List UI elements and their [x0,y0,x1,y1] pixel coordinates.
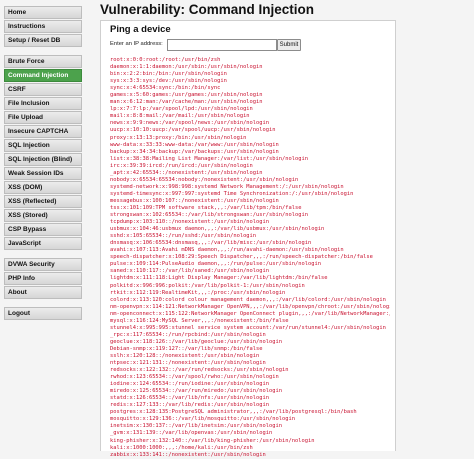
output-line: _rpc:x:117:65534::/run/rpcbind:/usr/sbin… [110,331,266,338]
sidebar-item-setup[interactable]: Setup / Reset DB [4,34,82,47]
sidebar-item-weak-session-ids[interactable]: Weak Session IDs [4,167,82,180]
ping-panel: Ping a device Enter an IP address: Submi… [100,20,396,458]
output-line: redis:x:127:133::/var/lib/redis:/usr/sbi… [110,402,270,409]
output-line: sslh:x:120:128::/nonexistent:/usr/sbin/n… [110,352,260,359]
output-line: lightdm:x:111:118:Light Display Manager:… [110,275,328,282]
output-line: colord:x:113:120:colord colour managemen… [110,296,386,303]
output-line: tss:x:101:109:TPM software stack,,,:/var… [110,204,302,211]
output-line: root:x:0:0:root:/root:/usr/bin/zsh [110,57,221,63]
output-line: dnsmasq:x:106:65534:dnsmasq,,,:/var/lib/… [110,240,312,247]
output-line: geoclue:x:118:126::/var/lib/geoclue:/usr… [110,338,283,345]
sidebar-item-xss-dom[interactable]: XSS (DOM) [4,181,82,194]
output-line: rtkit:x:112:119:RealtimeKit,,,:/proc:/us… [110,289,286,296]
output-line: speech-dispatcher:x:108:29:Speech Dispat… [110,254,373,261]
sidebar-item-about[interactable]: About [4,286,82,299]
sidebar-item-home[interactable]: Home [4,6,82,19]
output-line: redsocks:x:122:132::/var/run/redsocks:/u… [110,367,289,374]
output-line: saned:x:110:117::/var/lib/saned:/usr/sbi… [110,268,270,275]
sidebar-item-brute-force[interactable]: Brute Force [4,55,82,68]
sidebar-group: Brute Force Command Injection CSRF File Inc… [4,55,82,250]
sidebar-item-php-info[interactable]: PHP Info [4,272,82,285]
panel-title: Ping a device [110,24,171,35]
sidebar-group: Home Instructions Setup / Reset DB [4,6,82,47]
ip-address-label: Enter an IP address: [110,41,163,47]
output-line: irc:x:39:39:ircd:/run/ircd:/usr/sbin/nol… [110,162,253,169]
output-line: ntpsec:x:121:131::/nonexistent:/usr/sbin… [110,360,266,367]
sidebar-item-insecure-captcha[interactable]: Insecure CAPTCHA [4,125,82,138]
output-line: iodine:x:124:65534::/run/iodine:/usr/sbi… [110,381,270,388]
sidebar-group: Logout [4,307,82,320]
output-line: proxy:x:13:13:proxy:/bin:/usr/sbin/nolog… [110,134,247,141]
output-line: daemon:x:1:1:daemon:/usr/sbin:/usr/sbin/… [110,64,263,71]
output-line: pulse:x:109:114:PulseAudio daemon,,,:/ru… [110,261,321,268]
output-line: lp:x:7:7:lp:/var/spool/lpd:/usr/sbin/nol… [110,106,253,113]
sidebar-item-dvwa-security[interactable]: DVWA Security [4,258,82,271]
output-line: news:x:9:9:news:/var/spool/news:/usr/sbi… [110,120,270,127]
sidebar-item-sql-injection-blind[interactable]: SQL Injection (Blind) [4,153,82,166]
output-line: backup:x:34:34:backup:/var/backups:/usr/… [110,148,279,155]
output-line: systemd-timesync:x:997:997:systemd Time … [110,190,354,197]
output-line: www-data:x:33:33:www-data:/var/www:/usr/… [110,141,279,148]
output-line: uucp:x:10:10:uucp:/var/spool/uucp:/usr/s… [110,127,276,134]
output-line: zabbix:x:133:141::/nonexistent:/usr/sbin… [110,451,266,458]
output-line: rwhod:x:123:65534::/var/spool/rwho:/usr/… [110,374,279,381]
output-line: postgres:x:128:135:PostgreSQL administra… [110,409,357,416]
output-line: polkitd:x:996:996:polkit:/var/lib/polkit… [110,282,305,289]
page-title: Vulnerability: Command Injection [100,2,315,17]
ip-address-input[interactable] [167,39,277,51]
output-line: miredo:x:125:65534::/var/run/miredo:/usr… [110,388,283,395]
output-line: mosquitto:x:129:136::/var/lib/mosquitto:… [110,416,295,423]
output-line: strongswan:x:102:65534::/var/lib/strongs… [110,212,308,219]
command-output: root:x:0:0:root:/root:/usr/bin/zsh daemon… [110,57,390,459]
sidebar-item-instructions[interactable]: Instructions [4,20,82,33]
sidebar-item-csrf[interactable]: CSRF [4,83,82,96]
output-line: tcpdump:x:103:110::/nonexistent:/usr/sbi… [110,219,270,226]
sidebar-menu: Home Instructions Setup / Reset DB Brute Fo… [4,6,82,328]
output-line: nobody:x:65534:65534:nobody:/nonexistent… [110,176,299,183]
output-line: list:x:38:38:Mailing List Manager:/var/l… [110,155,308,162]
output-line: messagebus:x:100:107::/nonexistent:/usr/… [110,197,279,204]
output-line: nm-openconnect:x:115:122:NetworkManager … [110,310,390,317]
sidebar-item-javascript[interactable]: JavaScript [4,237,82,250]
sidebar-item-csp-bypass[interactable]: CSP Bypass [4,223,82,236]
output-line: systemd-network:x:998:998:systemd Networ… [110,183,344,190]
output-line: Debian-snmp:x:119:127::/var/lib/snmp:/bi… [110,345,263,352]
output-line: sys:x:3:3:sys:/dev:/usr/sbin/nologin [110,78,227,85]
sidebar-item-file-inclusion[interactable]: File Inclusion [4,97,82,110]
sidebar-item-xss-reflected[interactable]: XSS (Reflected) [4,195,82,208]
output-line: man:x:6:12:man:/var/cache/man:/usr/sbin/… [110,99,263,106]
output-line: _gvm:x:131:139::/var/lib/openvas:/usr/sb… [110,430,273,437]
output-line: sshd:x:105:65534::/run/sshd:/usr/sbin/no… [110,233,257,240]
sidebar-item-sql-injection[interactable]: SQL Injection [4,139,82,152]
output-line: mysql:x:116:124:MySQL Server,,,:/nonexis… [110,317,289,324]
output-line: mail:x:8:8:mail:/var/mail:/usr/sbin/nolo… [110,113,250,120]
sidebar-item-command-injection[interactable]: Command Injection [4,69,82,82]
sidebar-item-logout[interactable]: Logout [4,307,82,320]
output-line: inetsim:x:130:137::/var/lib/inetsim:/usr… [110,423,283,430]
output-line: stunnel4:x:995:995:stunnel service syste… [110,324,386,331]
output-line: bin:x:2:2:bin:/bin:/usr/sbin/nologin [110,71,227,78]
output-line: king-phisher:x:132:140::/var/lib/king-ph… [110,437,315,444]
submit-button[interactable]: Submit [277,39,301,51]
sidebar-item-file-upload[interactable]: File Upload [4,111,82,124]
output-line: games:x:5:60:games:/usr/games:/usr/sbin/… [110,92,263,99]
output-line: statd:x:126:65534::/var/lib/nfs:/usr/sbi… [110,395,270,402]
output-line: _apt:x:42:65534::/nonexistent:/usr/sbin/… [110,169,263,176]
output-line: nm-openvpn:x:114:121:NetworkManager Open… [110,303,390,310]
sidebar-group: DVWA Security PHP Info About [4,258,82,299]
output-line: sync:x:4:65534:sync:/bin:/bin/sync [110,85,221,92]
output-line: usbmux:x:104:46:usbmux daemon,,,:/var/li… [110,226,325,233]
sidebar-item-xss-stored[interactable]: XSS (Stored) [4,209,82,222]
output-line: avahi:x:107:113:Avahi mDNS daemon,,,:/ru… [110,247,344,254]
